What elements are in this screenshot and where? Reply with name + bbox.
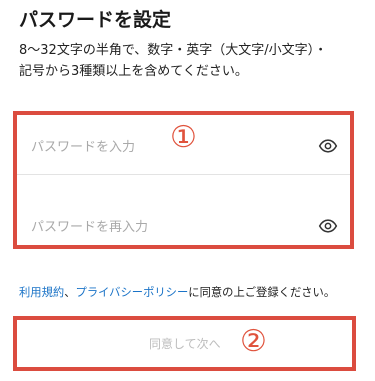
description-line-2: 記号から3種類以上を含めてください。 bbox=[19, 64, 248, 79]
annotation-marker-1: ① bbox=[170, 120, 197, 155]
agree-next-button[interactable]: 同意して次へ bbox=[17, 320, 352, 367]
password-input[interactable] bbox=[31, 136, 301, 158]
eye-icon[interactable] bbox=[318, 216, 338, 236]
eye-icon[interactable] bbox=[318, 136, 338, 156]
description-line-1: 8〜32文字の半角で、数字・英字（大文字/小文字）・ bbox=[19, 43, 328, 58]
terms-separator: 、 bbox=[64, 286, 76, 299]
page-title: パスワードを設定 bbox=[19, 9, 172, 31]
terms-suffix: に同意の上ご登録ください。 bbox=[188, 286, 336, 299]
submit-button-highlight: 同意して次へ bbox=[13, 316, 356, 371]
annotation-marker-2: ② bbox=[240, 324, 267, 359]
agree-next-label: 同意して次へ bbox=[149, 337, 221, 351]
terms-of-service-link[interactable]: 利用規約 bbox=[19, 286, 64, 299]
confirm-password-input[interactable] bbox=[31, 216, 301, 238]
privacy-policy-link[interactable]: プライバシーポリシー bbox=[76, 286, 189, 299]
confirm-password-field-row bbox=[17, 198, 350, 255]
terms-agreement-text: 利用規約、プライバシーポリシーに同意の上ご登録ください。 bbox=[19, 284, 335, 302]
password-rules-description: 8〜32文字の半角で、数字・英字（大文字/小文字）・ 記号から3種類以上を含めて… bbox=[19, 40, 364, 82]
field-divider bbox=[17, 174, 350, 175]
